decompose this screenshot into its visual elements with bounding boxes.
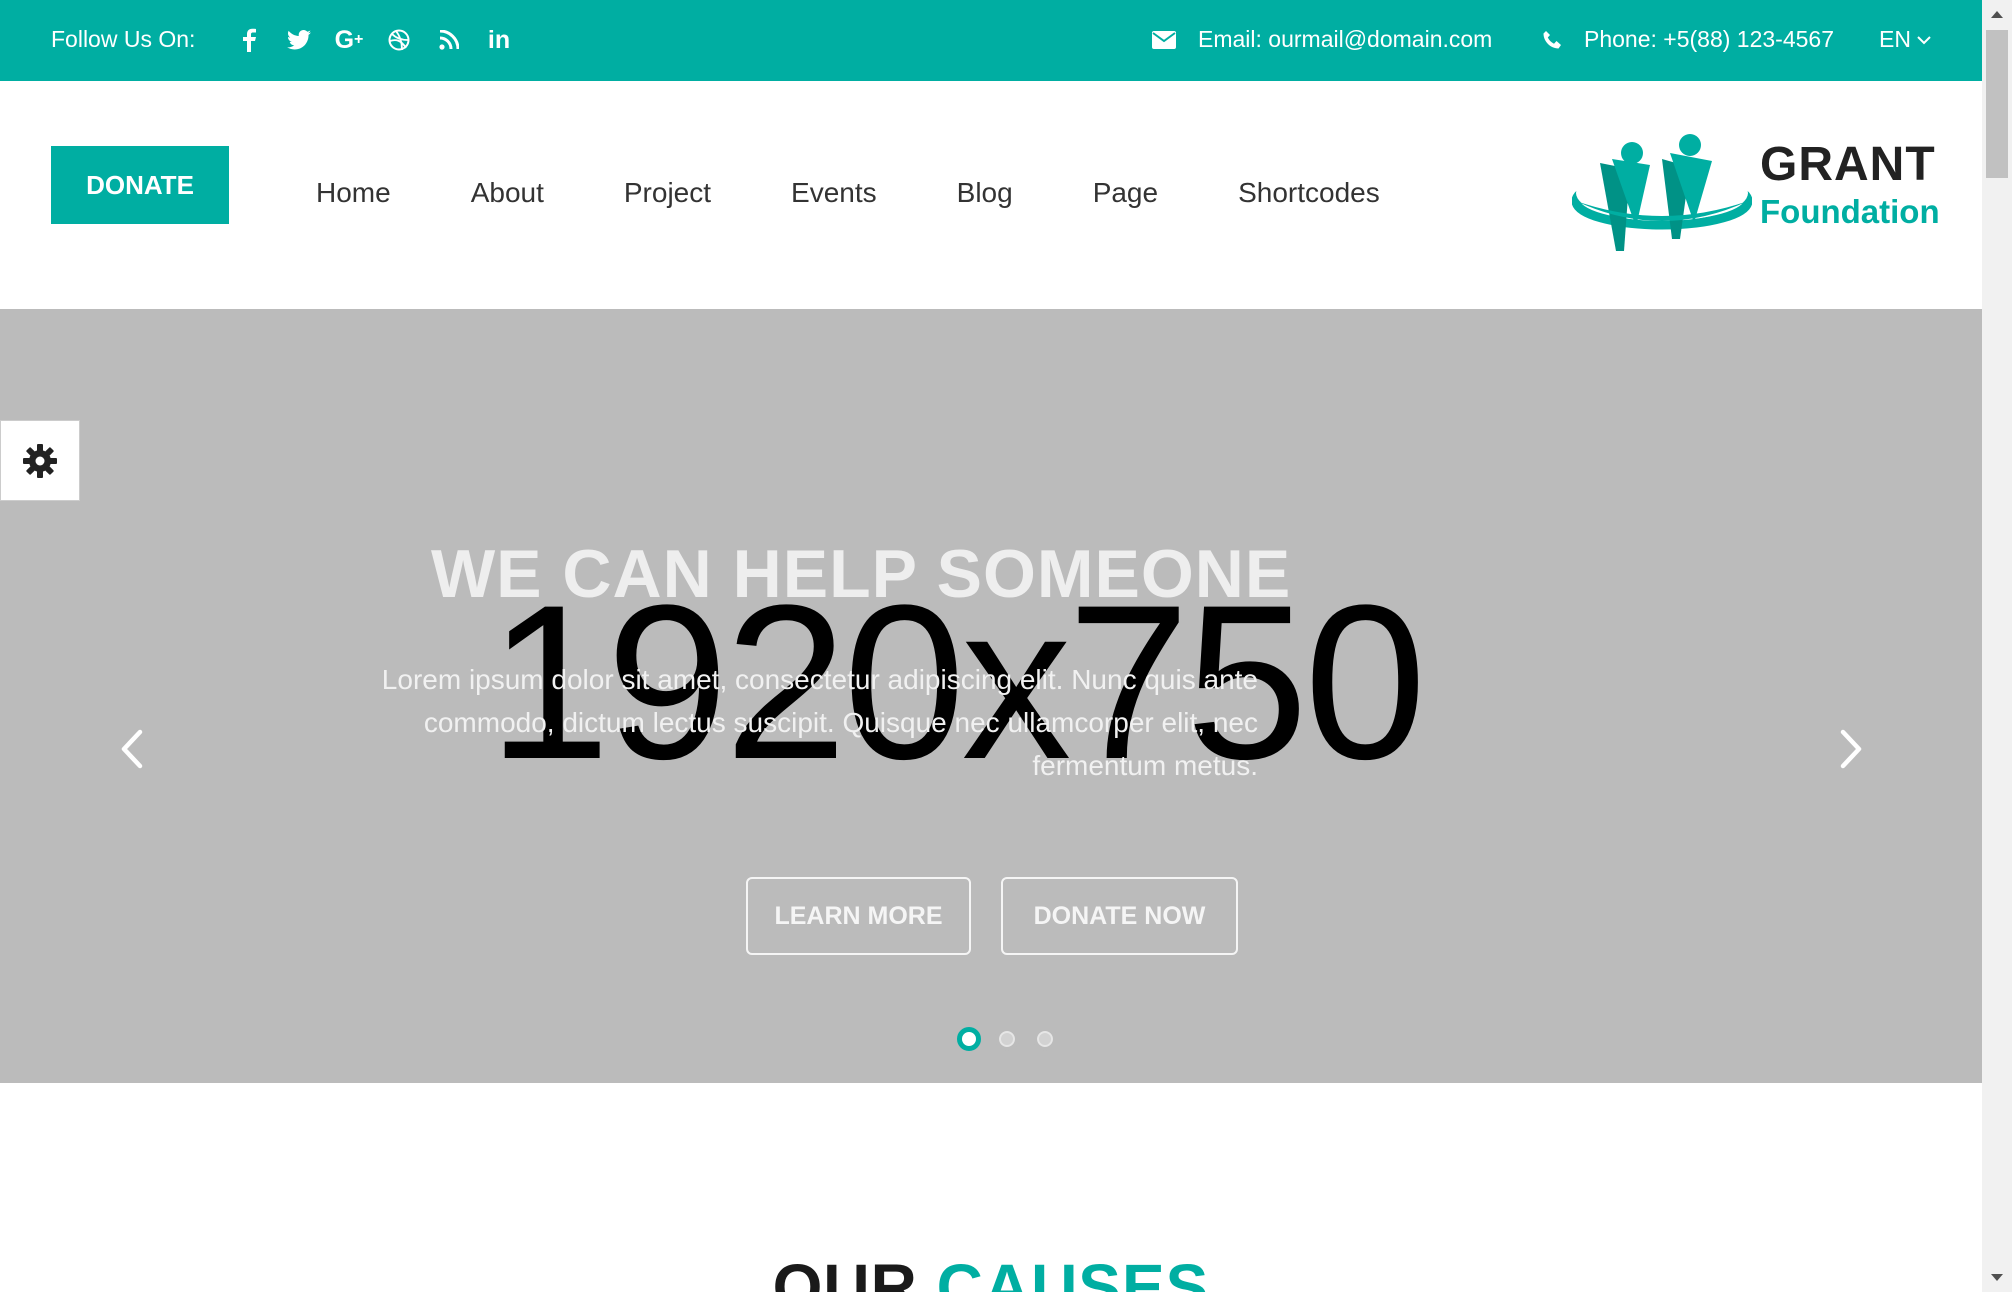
nav-item-home[interactable]: Home [316,177,391,209]
slider-next-arrow-icon[interactable] [1831,724,1871,774]
email-text: Email: ourmail@domain.com [1198,26,1493,52]
twitter-icon[interactable] [274,22,324,58]
chevron-down-icon [1917,35,1931,44]
phone-text: Phone: +5(88) 123-4567 [1584,26,1835,52]
follow-us-label: Follow Us On: [51,26,196,52]
facebook-icon[interactable] [224,22,274,58]
scrollbar-thumb[interactable] [1986,30,2008,178]
scroll-up-arrow-icon[interactable] [1982,0,2012,28]
donate-button[interactable]: DONATE [51,146,229,224]
nav-item-page[interactable]: Page [1093,177,1158,209]
nav-item-shortcodes[interactable]: Shortcodes [1238,177,1380,209]
page: Follow Us On: G + in Email: ourmail@domai… [0,0,1982,1292]
causes-title-part2: CAUSES [936,1251,1210,1292]
nav-item-blog[interactable]: Blog [957,177,1013,209]
contact-email[interactable]: Email: ourmail@domain.com [1152,26,1492,53]
logo-title: GRANT [1760,138,1936,191]
language-label: EN [1879,26,1911,52]
nav-item-about[interactable]: About [471,177,544,209]
hero-text: Lorem ipsum dolor sit amet, consectetur … [381,664,1258,781]
settings-panel-toggle[interactable] [0,420,80,501]
site-logo[interactable]: GRANT Foundation [1572,131,1940,261]
hero-title: WE CAN HELP SOMEONE [431,536,1292,612]
rss-icon[interactable] [424,22,474,58]
page-scrollbar[interactable] [1982,0,2012,1292]
slider-dot[interactable] [957,1027,981,1051]
contact-phone[interactable]: Phone: +5(88) 123-4567 [1542,26,1834,53]
logo-subtitle: Foundation [1760,193,1940,230]
google-plus-icon[interactable]: G + [324,22,374,58]
social-links: G + in [224,22,524,58]
top-bar: Follow Us On: G + in Email: ourmail@domai… [0,0,1982,81]
slider-dot[interactable] [995,1027,1019,1051]
learn-more-button[interactable]: LEARN MORE [746,877,971,955]
slider-prev-arrow-icon[interactable] [112,724,152,774]
donate-now-button[interactable]: DONATE NOW [1001,877,1238,955]
main-nav: Home About Project Events Blog Page Shor… [316,177,1460,209]
nav-item-events[interactable]: Events [791,177,877,209]
nav-item-project[interactable]: Project [624,177,711,209]
phone-icon [1543,30,1561,48]
slider-pagination [957,1027,1057,1051]
linkedin-icon[interactable]: in [474,22,524,58]
scroll-down-arrow-icon[interactable] [1982,1264,2012,1292]
envelope-icon [1152,30,1176,49]
slider-dot[interactable] [1033,1027,1057,1051]
causes-title-part1: OUR [772,1251,918,1292]
hero-slider: 1920x750 WE CAN HELP SOMEONE Lorem ipsum… [0,309,1982,1083]
dribbble-icon[interactable] [374,22,424,58]
gear-icon [23,443,57,478]
main-header: DONATE Home About Project Events Blog Pa… [0,81,1982,309]
language-selector[interactable]: EN [1879,26,1931,53]
causes-section-title: OUR CAUSES [0,1250,1982,1292]
logo-people-icon [1572,134,1752,251]
